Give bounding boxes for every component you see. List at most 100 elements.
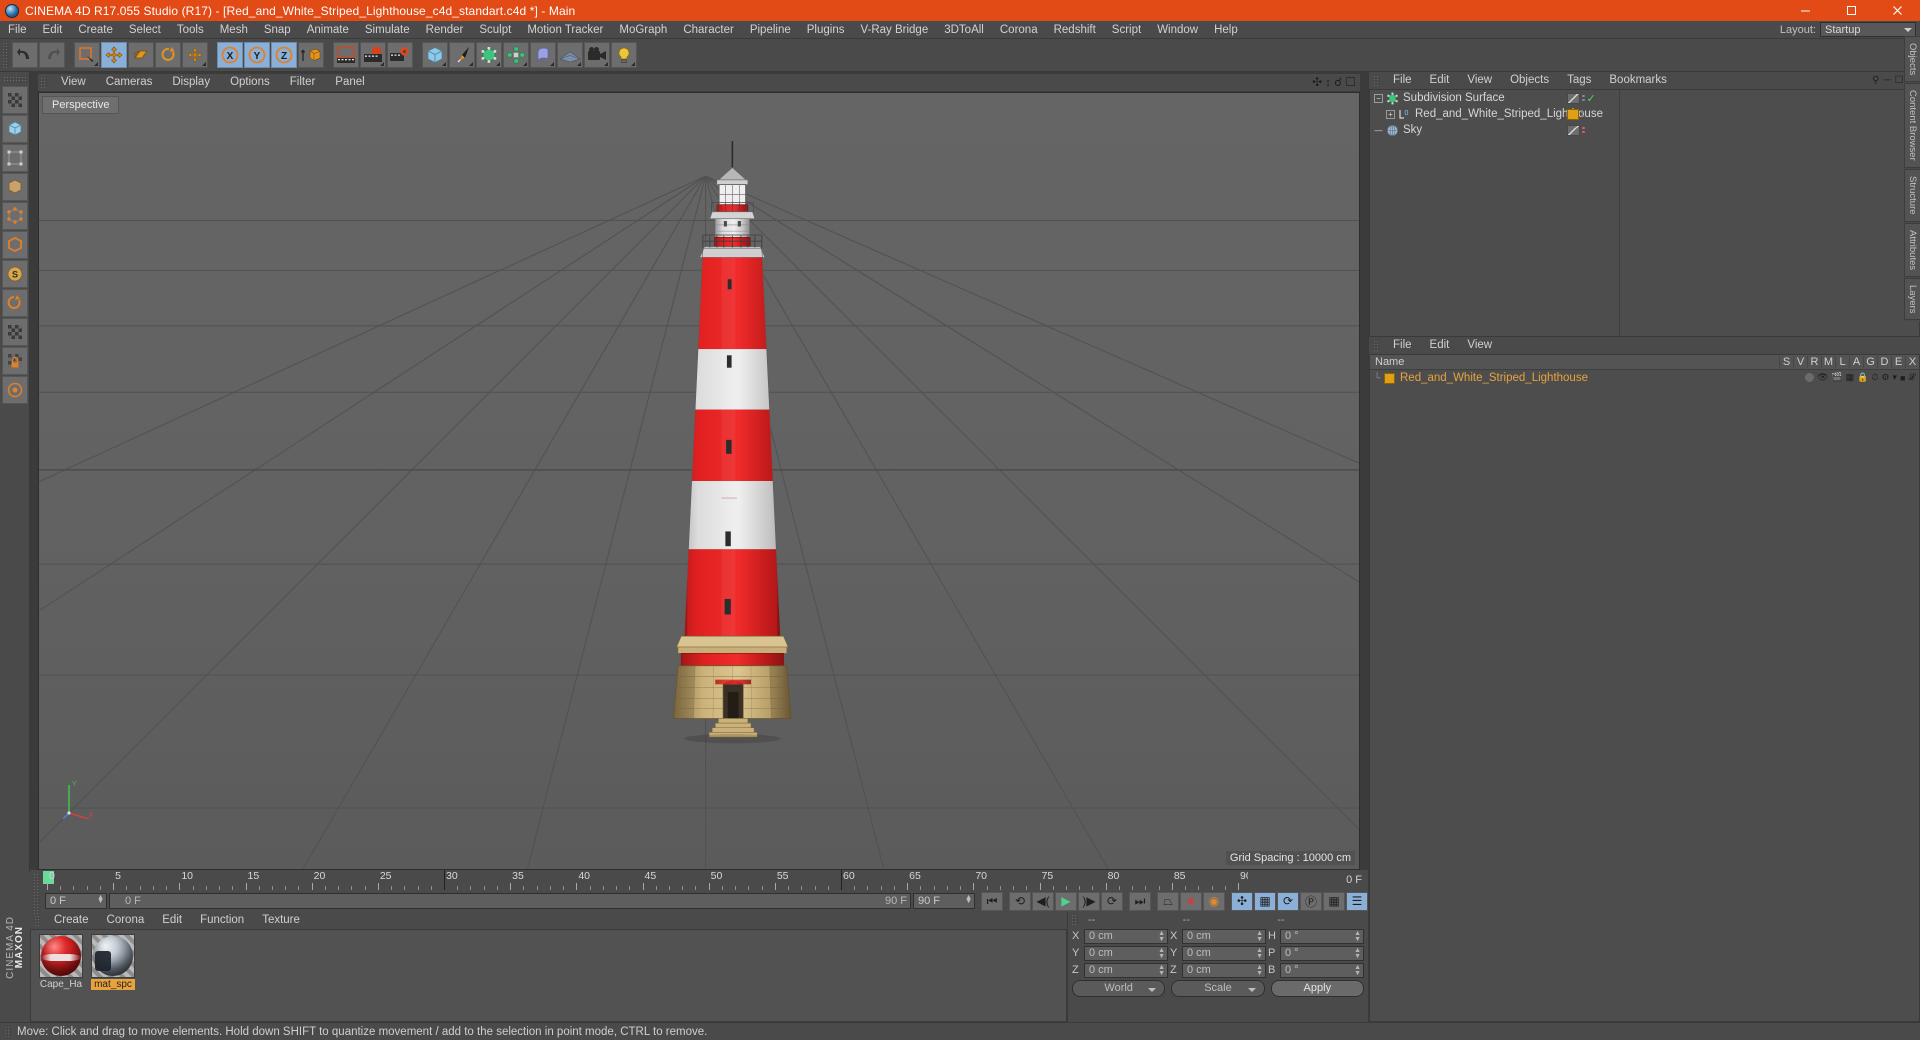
control-row-grip[interactable] (33, 888, 40, 914)
column-m[interactable]: M (1821, 356, 1835, 368)
lm-menu-edit[interactable]: Edit (1421, 337, 1459, 354)
lock-workplane-button[interactable] (1, 347, 28, 375)
timeline-button[interactable]: ☰ (1346, 891, 1368, 911)
column-e[interactable]: E (1891, 356, 1905, 368)
keyframe-selection-button[interactable]: ◉ (1203, 891, 1225, 911)
menu-pipeline[interactable]: Pipeline (742, 21, 799, 39)
column-d[interactable]: D (1877, 356, 1891, 368)
material-name-label[interactable]: mat_spc (91, 979, 135, 990)
layout-select[interactable]: Startup (1820, 22, 1916, 37)
spinner-icon[interactable]: ▲ ▼ (1158, 947, 1165, 960)
menu-simulate[interactable]: Simulate (357, 21, 418, 39)
bend-deformer-button[interactable] (530, 42, 556, 68)
spinner-icon[interactable]: ▲ ▼ (1256, 947, 1263, 960)
render-to-picture-viewer-button[interactable] (360, 42, 386, 68)
tab-content-browser[interactable]: Content Browser (1904, 83, 1920, 168)
expand-twisty-icon[interactable]: + (1386, 109, 1395, 119)
spinner-icon[interactable]: ▲ ▼ (1354, 947, 1361, 960)
column-r[interactable]: R (1807, 356, 1821, 368)
visibility-dots-icon[interactable] (1582, 126, 1585, 134)
record-button[interactable]: ⏺ (1180, 891, 1202, 911)
material-menu-corona[interactable]: Corona (98, 912, 154, 929)
lighthouse-3d-model[interactable] (647, 93, 818, 869)
layer-row[interactable]: └ Red_and_White_Striped_Lighthouse 👁 🎬 ▦… (1370, 370, 1919, 386)
menu-character[interactable]: Character (675, 21, 742, 39)
world-object-coordinates-button[interactable] (298, 42, 324, 68)
menu-render[interactable]: Render (418, 21, 472, 39)
perspective-viewport[interactable]: Perspective Y X Grid Spacing: 10000 cm (38, 92, 1360, 870)
solo-dot-icon[interactable] (1804, 373, 1814, 382)
size-y-field[interactable]: 0 cm ▲ ▼ (1182, 945, 1266, 961)
object-row-lighthouse[interactable]: + 0 Red_and_White_Striped_Lighthouse (1370, 106, 1619, 122)
material-preview-sphere[interactable] (39, 934, 83, 978)
tab-objects[interactable]: Objects (1904, 36, 1920, 83)
spinner-icon[interactable]: ▲ ▼ (97, 894, 104, 905)
generator-icon[interactable]: ⚙ (1881, 372, 1889, 383)
viewport-menu-view[interactable]: View (51, 74, 96, 91)
menu-redshift[interactable]: Redshift (1046, 21, 1104, 39)
menu-file[interactable]: File (0, 21, 35, 39)
enable-axis-button[interactable] (1, 318, 28, 346)
coordinates-grip[interactable] (1071, 914, 1078, 925)
om-menu-file[interactable]: File (1384, 72, 1421, 89)
current-frame-field[interactable]: 0 F ▲ ▼ (45, 893, 107, 909)
viewport-tab-perspective[interactable]: Perspective (42, 96, 120, 114)
size-x-field[interactable]: 0 cm ▲ ▼ (1182, 928, 1266, 944)
material-menu-create[interactable]: Create (45, 912, 98, 929)
transform-mode-select[interactable]: Scale (1171, 979, 1265, 997)
object-manager-right-pane[interactable] (1619, 90, 1919, 336)
menu-animate[interactable]: Animate (299, 21, 357, 39)
scale-key-button[interactable]: ▦ (1254, 891, 1276, 911)
apply-button[interactable]: Apply (1270, 979, 1364, 997)
menu-script[interactable]: Script (1104, 21, 1149, 39)
camera-button[interactable] (584, 42, 610, 68)
edge-mode-button[interactable] (1, 231, 28, 259)
step-back-frame-button[interactable]: ◀( (1032, 891, 1054, 911)
cube-primitive-button[interactable] (422, 42, 448, 68)
spinner-icon[interactable]: ▲ ▼ (1158, 930, 1165, 943)
menu-plugins[interactable]: Plugins (799, 21, 853, 39)
subdivision-surface-button[interactable] (476, 42, 502, 68)
model-mode-button[interactable] (1, 115, 28, 143)
column-s[interactable]: S (1779, 356, 1793, 368)
rot-h-field[interactable]: 0 ° ▲ ▼ (1280, 928, 1364, 944)
animation-icon[interactable]: ⏱ (1871, 372, 1878, 383)
modeling-axis-button[interactable] (182, 42, 208, 68)
layer-manager-grip[interactable] (1373, 340, 1380, 351)
xref-icon[interactable]: 𝓛 (1908, 372, 1915, 383)
z-axis-lock-button[interactable]: Z (271, 42, 297, 68)
tab-structure[interactable]: Structure (1904, 168, 1920, 222)
om-menu-bookmarks[interactable]: Bookmarks (1600, 72, 1676, 89)
object-row-subdivision-surface[interactable]: − Subdivision Surface ✓ (1370, 90, 1619, 106)
render-settings-button[interactable] (387, 42, 413, 68)
menu-mograph[interactable]: MoGraph (611, 21, 675, 39)
visibility-dots-icon[interactable] (1582, 94, 1585, 102)
material-menu-edit[interactable]: Edit (153, 912, 191, 929)
column-v[interactable]: V (1793, 356, 1807, 368)
redo-button[interactable] (39, 42, 65, 68)
visible-eye-icon[interactable]: 👁 (1817, 372, 1828, 383)
column-a[interactable]: A (1849, 356, 1863, 368)
rot-p-field[interactable]: 0 ° ▲ ▼ (1280, 945, 1364, 961)
position-key-button[interactable]: ✣ (1231, 891, 1253, 911)
panel-icon[interactable]: ☐ (1895, 75, 1904, 86)
pan-view-icon[interactable]: ✣ (1312, 76, 1322, 88)
uv-polygon-mode-button[interactable]: S (1, 260, 28, 288)
material-menu-grip[interactable] (34, 915, 41, 926)
om-menu-tags[interactable]: Tags (1558, 72, 1600, 89)
goto-start-button[interactable]: ⏮ (981, 891, 1003, 911)
lm-menu-file[interactable]: File (1384, 337, 1421, 354)
polygon-mode-button[interactable] (1, 173, 28, 201)
material-item[interactable]: Cape_Ha (39, 934, 83, 1021)
maximize-view-icon[interactable]: ☐ (1345, 76, 1356, 88)
render-clapper-icon[interactable]: 🎬 (1831, 372, 1842, 383)
layer-manager-body[interactable]: Name S V R M L A G D E X └ Red_and_White… (1369, 354, 1920, 1022)
material-menu-function[interactable]: Function (191, 912, 253, 929)
spinner-icon[interactable]: ▲ ▼ (1158, 964, 1165, 977)
timeline-grip[interactable] (33, 873, 40, 887)
tab-attributes[interactable]: Attributes (1904, 222, 1920, 277)
object-mode-button[interactable] (1, 144, 28, 172)
lm-menu-view[interactable]: View (1458, 337, 1501, 354)
column-g[interactable]: G (1863, 356, 1877, 368)
om-menu-objects[interactable]: Objects (1501, 72, 1558, 89)
